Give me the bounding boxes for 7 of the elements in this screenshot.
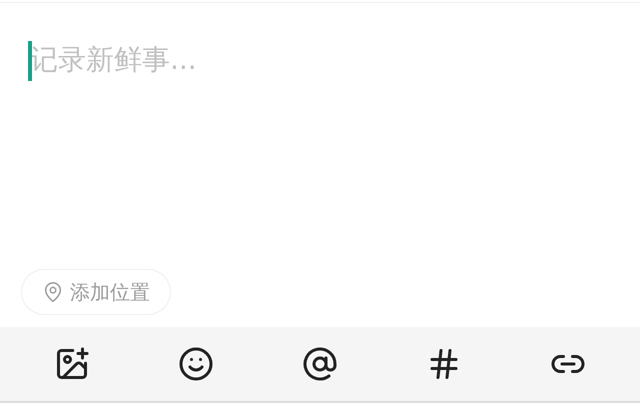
post-input-field[interactable]: 记录新鲜事... [0, 40, 600, 84]
image-add-icon [54, 346, 90, 382]
location-pin-icon [42, 281, 64, 303]
at-sign-icon [302, 346, 338, 382]
text-cursor [28, 41, 32, 81]
add-location-button[interactable]: 添加位置 [21, 269, 171, 315]
smiley-icon [178, 346, 214, 382]
